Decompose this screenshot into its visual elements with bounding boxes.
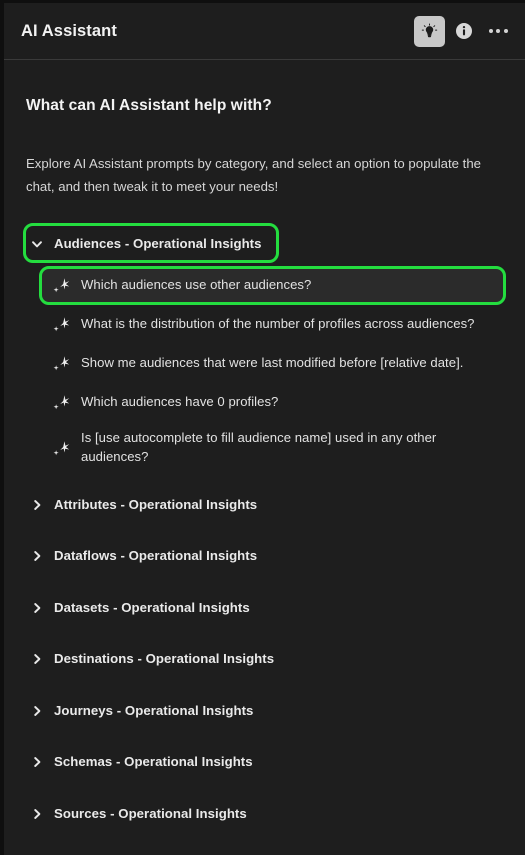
chevron-right-icon: [31, 499, 42, 510]
chevron-right-icon: [31, 602, 42, 613]
category-label: Audiences - Operational Insights: [54, 235, 262, 251]
category-header[interactable]: Sources - Operational Insights: [26, 796, 261, 830]
category-label: Datasets - Operational Insights: [54, 599, 250, 615]
chevron-down-icon: [31, 238, 42, 249]
prompt-category-list: Audiences - Operational Insights Which au…: [23, 223, 506, 830]
prompt-item[interactable]: Is [use autocomplete to fill audience na…: [42, 425, 503, 471]
lightbulb-icon: [421, 22, 438, 40]
category-header[interactable]: Datasets - Operational Insights: [26, 590, 264, 624]
ai-assistant-panel: AI Assistant What can AI Assistant help …: [0, 0, 525, 855]
prompt-list: Which audiences use other audiences? What…: [26, 266, 506, 471]
info-icon-button[interactable]: [451, 16, 477, 47]
prompt-label: Is [use autocomplete to fill audience na…: [81, 430, 437, 465]
prompt-category: Destinations - Operational Insights: [26, 642, 503, 676]
sparkle-icon: [53, 394, 70, 411]
prompt-item[interactable]: Show me audiences that were last modifie…: [42, 347, 503, 380]
panel-body: What can AI Assistant help with? Explore…: [4, 60, 525, 855]
lightbulb-icon-button[interactable]: [414, 15, 445, 47]
prompt-item[interactable]: What is the distribution of the number o…: [42, 308, 503, 341]
prompt-category: Dataflows - Operational Insights: [26, 539, 503, 573]
category-label: Schemas - Operational Insights: [54, 754, 253, 770]
prompt-label: What is the distribution of the number o…: [81, 316, 475, 332]
prompt-category: Attributes - Operational Insights: [26, 487, 503, 521]
category-label: Destinations - Operational Insights: [54, 651, 275, 667]
sparkle-icon: [53, 440, 70, 457]
more-options-icon: [488, 29, 508, 33]
prompt-label: Which audiences have 0 profiles?: [81, 394, 279, 410]
header-actions: [414, 15, 513, 47]
prompt-category: Sources - Operational Insights: [26, 796, 503, 830]
category-header[interactable]: Destinations - Operational Insights: [26, 642, 288, 676]
info-icon: [455, 22, 473, 40]
prompt-label: Show me audiences that were last modifie…: [81, 355, 464, 371]
category-header[interactable]: Journeys - Operational Insights: [26, 693, 267, 727]
prompt-category: Schemas - Operational Insights: [26, 745, 503, 779]
category-label: Attributes - Operational Insights: [54, 496, 258, 512]
category-header[interactable]: Audiences - Operational Insights: [23, 223, 279, 264]
sparkle-icon: [53, 277, 70, 294]
chevron-right-icon: [31, 653, 42, 665]
category-label: Journeys - Operational Insights: [54, 702, 254, 718]
panel-title: AI Assistant: [21, 21, 117, 40]
sparkle-icon: [53, 355, 70, 372]
panel-header: AI Assistant: [4, 3, 525, 60]
prompt-label: Which audiences use other audiences?: [81, 277, 312, 293]
prompt-item[interactable]: Which audiences use other audiences?: [39, 266, 506, 306]
prompt-category: Journeys - Operational Insights: [26, 693, 503, 727]
prompt-category: Datasets - Operational Insights: [26, 590, 503, 624]
chevron-right-icon: [31, 808, 42, 819]
prompt-item[interactable]: Which audiences have 0 profiles?: [42, 386, 503, 419]
chevron-right-icon: [31, 705, 42, 716]
sparkle-icon: [53, 316, 70, 333]
prompt-category: Audiences - Operational Insights Which au…: [23, 223, 506, 471]
category-label: Dataflows - Operational Insights: [54, 548, 258, 564]
category-header[interactable]: Attributes - Operational Insights: [26, 487, 271, 521]
page-description: Explore AI Assistant prompts by category…: [26, 156, 481, 194]
page-title: What can AI Assistant help with?: [26, 97, 272, 114]
chevron-right-icon: [31, 756, 42, 768]
chevron-right-icon: [31, 550, 42, 562]
category-label: Sources - Operational Insights: [54, 805, 247, 821]
category-header[interactable]: Dataflows - Operational Insights: [26, 539, 271, 573]
more-options-button[interactable]: [483, 16, 513, 47]
category-header[interactable]: Schemas - Operational Insights: [26, 745, 267, 779]
